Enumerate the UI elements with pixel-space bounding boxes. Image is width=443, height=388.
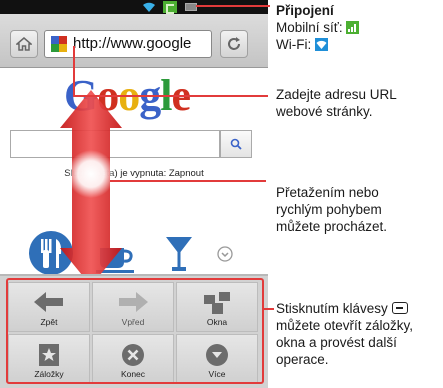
shortcut-icons-row <box>0 230 268 275</box>
mobile-network-label: Mobilní síť: <box>276 20 343 35</box>
connection-callout-line <box>196 5 270 7</box>
search-button[interactable] <box>220 130 252 158</box>
home-button[interactable] <box>10 30 38 58</box>
connection-annotation: Připojení Mobilní síť: Wi-Fi: <box>276 2 360 53</box>
wifi-row: Wi-Fi: <box>276 36 359 53</box>
url-text: http://www.google <box>73 35 192 52</box>
wifi-icon <box>143 2 155 12</box>
reload-icon <box>228 37 240 50</box>
mobile-network-icon <box>346 21 360 34</box>
url-bar: http://www.google <box>0 14 268 68</box>
menu-highlight-frame <box>6 278 264 384</box>
more-shortcuts-icon[interactable] <box>217 246 233 262</box>
home-icon <box>16 37 32 51</box>
search-icon <box>230 138 242 150</box>
menu-key-icon <box>391 302 408 314</box>
menu-callout-line <box>264 308 274 310</box>
connection-title: Připojení <box>276 3 334 18</box>
menu-hint-after: můžete otevřít záložky, okna a provést d… <box>276 318 414 367</box>
menu-hint-before: Stisknutím klávesy <box>276 301 388 316</box>
wifi-status-icon <box>315 38 328 51</box>
services-status-text[interactable]: Služba beta) je vypnuta: Zapnout <box>0 168 268 179</box>
url-input[interactable]: http://www.google <box>44 30 212 58</box>
network-signal-icon <box>163 1 177 14</box>
scroll-annotation: Přetažením nebo rychlým pohybem můžete p… <box>276 185 388 234</box>
status-bar <box>0 0 268 14</box>
wifi-label: Wi-Fi: <box>276 37 312 52</box>
scroll-callout-line <box>110 180 266 182</box>
favicon-icon <box>51 36 67 52</box>
url-callout-vertical <box>73 46 75 96</box>
url-callout-line <box>73 95 268 97</box>
mobile-network-row: Mobilní síť: <box>276 19 360 36</box>
scroll-gesture-icon <box>60 90 122 286</box>
url-annotation: Zadejte adresu URL webové stránky. <box>276 87 397 119</box>
bar-icon[interactable] <box>165 236 193 272</box>
reload-button[interactable] <box>220 30 248 58</box>
menu-annotation: Stisknutím klávesy můžete otevřít záložk… <box>276 300 442 368</box>
